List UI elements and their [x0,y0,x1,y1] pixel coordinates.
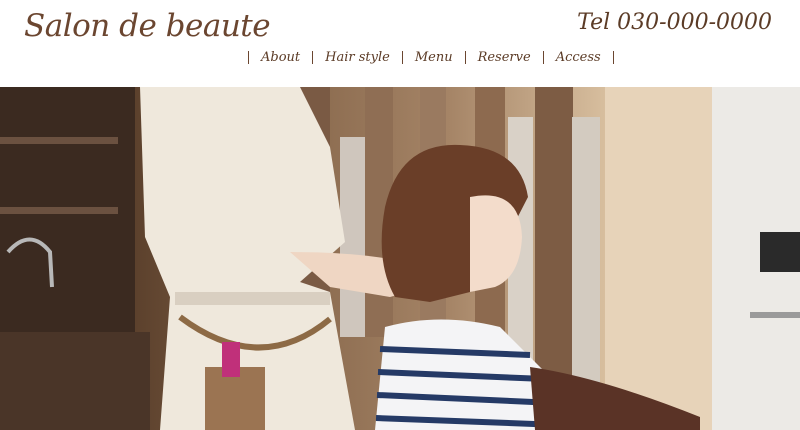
site-logo[interactable]: Salon de beaute [24,8,271,44]
nav-item-menu[interactable]: Menu [415,50,453,65]
nav-item-access[interactable]: Access [556,50,601,65]
nav-divider [248,50,249,64]
nav-divider [542,50,544,64]
nav-divider [464,50,466,64]
comb [222,342,240,377]
nav-divider [312,50,314,64]
site-header: Salon de beaute Tel 030-000-0000 About H… [0,0,800,87]
salon-photo-illustration [0,87,800,430]
shelf [0,137,118,144]
phone-number[interactable]: Tel 030-000-0000 [577,10,772,35]
nav-divider [401,50,403,64]
shelf [0,207,118,214]
door [605,87,715,430]
nav-divider [612,50,614,64]
counter [0,332,150,430]
nav-item-about[interactable]: About [261,50,300,65]
stylist-belt-line [175,292,330,305]
nav-item-reserve[interactable]: Reserve [478,50,531,65]
wallpaper-panel [572,117,600,407]
hero-image [0,87,800,430]
nav-item-hair-style[interactable]: Hair style [325,50,390,65]
hair-dryer-stand [760,232,800,272]
main-nav: About Hair style Menu Reserve Access [236,47,626,67]
trolley [750,312,800,318]
